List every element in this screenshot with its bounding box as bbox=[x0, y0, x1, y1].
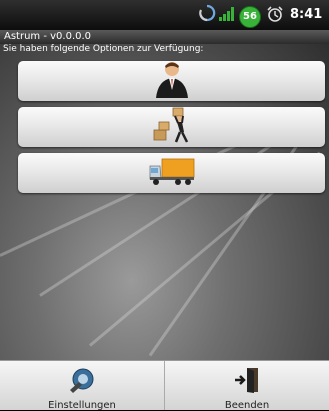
businessman-icon bbox=[152, 60, 192, 102]
status-bar: 56 8:41 bbox=[0, 0, 329, 30]
delivery-worker-icon bbox=[151, 106, 193, 148]
option-customer-button[interactable] bbox=[18, 61, 325, 101]
status-clock: 8:41 bbox=[290, 7, 323, 22]
exit-label: Beenden bbox=[224, 400, 270, 411]
exit-door-icon bbox=[232, 366, 262, 398]
app-title-bar: Astrum - v0.0.0.0 bbox=[0, 30, 329, 44]
bottom-action-bar: Einstellungen Beenden bbox=[0, 360, 329, 411]
options-subtitle: Sie haben folgende Optionen zur Verfügun… bbox=[3, 44, 204, 54]
alarm-icon bbox=[266, 5, 284, 27]
truck-icon bbox=[148, 156, 196, 190]
sync-icon bbox=[198, 4, 216, 26]
battery-icon: 56 bbox=[239, 6, 261, 28]
exit-button[interactable]: Beenden bbox=[165, 361, 329, 411]
signal-icon bbox=[218, 6, 236, 26]
settings-icon bbox=[67, 366, 97, 398]
option-delivery-button[interactable] bbox=[18, 107, 325, 147]
settings-button[interactable]: Einstellungen bbox=[0, 361, 165, 411]
settings-label: Einstellungen bbox=[48, 400, 116, 411]
option-truck-button[interactable] bbox=[18, 153, 325, 193]
